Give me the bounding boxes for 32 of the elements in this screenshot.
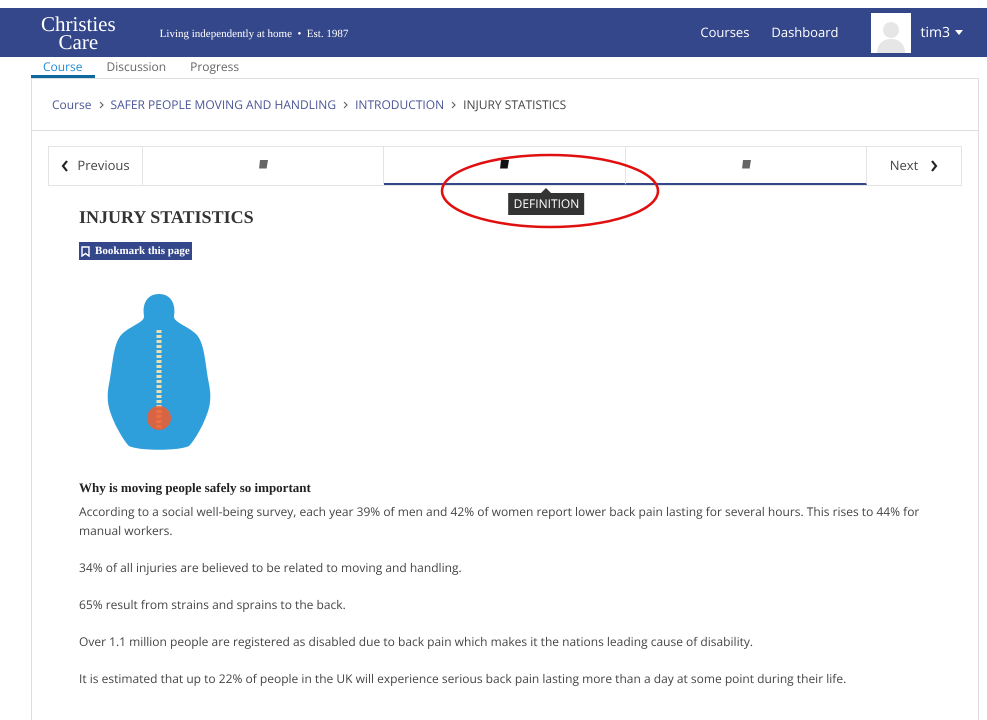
tooltip: DEFINITION <box>508 193 584 215</box>
current-page-label: INJURY STATISTICS <box>463 96 566 114</box>
avatar[interactable] <box>870 12 910 52</box>
previous-button[interactable]: Previous <box>49 147 143 185</box>
tooltip-arrow-icon <box>541 188 552 193</box>
body-paragraph: According to a social well-being survey, each year 39% of men and 42% of women report lower back pain lasting for several hours. This rises to 44% for manual workers. <box>79 502 920 540</box>
chevron-right-icon <box>98 100 104 108</box>
breadcrumb-link[interactable]: Course <box>52 96 92 114</box>
bookmark-icon <box>81 246 90 256</box>
body-paragraph: 34% of all injuries are believed to be related to moving and handling. <box>79 558 463 576</box>
breadcrumb-link[interactable]: INTRODUCTION <box>355 96 444 114</box>
next-button[interactable]: Next <box>866 147 961 185</box>
tagline: Living independently at home • Est. 1987 <box>160 27 348 42</box>
page-title: INJURY STATISTICS <box>79 206 255 229</box>
caret-icon <box>955 30 963 35</box>
course-tab[interactable]: Discussion <box>94 59 178 78</box>
chevron-left-icon <box>61 160 70 172</box>
user-menu[interactable]: tim3 <box>920 22 963 43</box>
body-paragraph: Over 1.1 million people are registered as disabled due to back pain which makes it the nations leading cause of disability. <box>79 632 754 650</box>
logo[interactable]: Christies Care <box>41 14 116 50</box>
course-tab[interactable]: Progress <box>178 59 252 78</box>
body-paragraph: It is estimated that up to 22% of people in the UK will experience serious back pain lasting more than a day at some point during their life. <box>79 668 848 688</box>
bookmark-button[interactable]: Bookmark this page <box>79 242 192 260</box>
unit-tab[interactable] <box>626 147 867 185</box>
section-heading: Why is moving people safely so important <box>79 479 312 497</box>
body-paragraph: 65% result from strains and sprains to the back. <box>79 594 347 614</box>
chevron-right-icon <box>451 100 456 108</box>
nav-link[interactable]: Courses <box>700 22 750 42</box>
breadcrumb-link[interactable]: SAFER PEOPLE MOVING AND HANDLING <box>110 96 336 114</box>
nav-link[interactable]: Dashboard <box>771 22 838 42</box>
chevron-right-icon <box>343 100 348 108</box>
chevron-right-icon <box>930 160 938 172</box>
